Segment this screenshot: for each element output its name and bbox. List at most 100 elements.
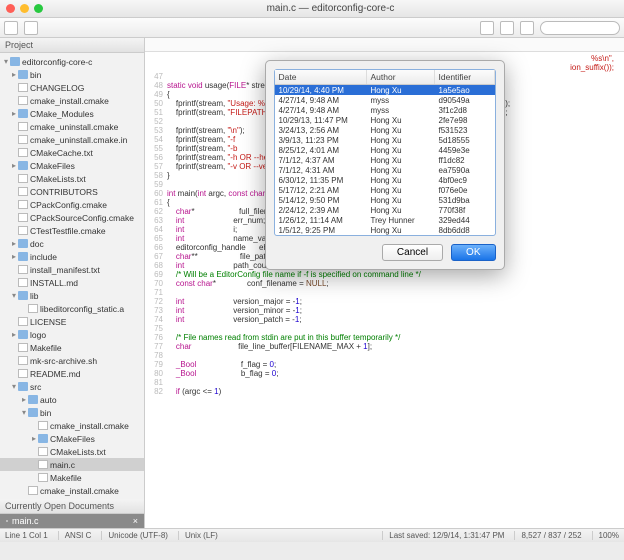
- code-line[interactable]: 74 int version_patch = -1;: [145, 315, 624, 324]
- code-line[interactable]: 69 /* Will be a EditorConfig file name i…: [145, 270, 624, 279]
- toolbar-btn-2[interactable]: [24, 21, 38, 35]
- history-row[interactable]: 10/29/14, 4:40 PMHong Xu1a5e5ao: [275, 85, 495, 95]
- disclosure-closed-icon[interactable]: ▸: [10, 252, 18, 261]
- tree-item[interactable]: Makefile: [0, 341, 144, 354]
- history-row[interactable]: 5/14/12, 9:50 PMHong Xu531d9ba: [275, 195, 495, 205]
- disclosure-closed-icon[interactable]: ▸: [10, 239, 18, 248]
- tree-item[interactable]: ▸logo: [0, 328, 144, 341]
- code-line[interactable]: 76 /* File names read from stdin are put…: [145, 333, 624, 342]
- tree-item[interactable]: ▸CMakeFiles: [0, 159, 144, 172]
- minimize-window-icon[interactable]: [20, 4, 29, 13]
- tree-item[interactable]: CTestTestfile.cmake: [0, 224, 144, 237]
- disclosure-open-icon[interactable]: ▾: [10, 382, 18, 391]
- tree-item[interactable]: main.c: [0, 458, 144, 471]
- status-position[interactable]: Line 1 Col 1: [5, 531, 48, 540]
- tree-item[interactable]: ▾editorconfig-core-c: [0, 55, 144, 68]
- col-identifier[interactable]: Identifier: [435, 70, 495, 84]
- tree-item[interactable]: ▾lib: [0, 289, 144, 302]
- tree-item[interactable]: cmake_install.cmake: [0, 419, 144, 432]
- tree-item[interactable]: CONTRIBUTORS: [0, 185, 144, 198]
- history-row[interactable]: 10/29/13, 11:47 PMHong Xu2fe7e98: [275, 115, 495, 125]
- tree-item[interactable]: CPackSourceConfig.cmake: [0, 211, 144, 224]
- history-row[interactable]: 7/1/12, 4:37 AMHong Xuff1dc82: [275, 155, 495, 165]
- tree-item[interactable]: ▸auto: [0, 393, 144, 406]
- disclosure-closed-icon[interactable]: ▸: [10, 70, 18, 79]
- tree-item[interactable]: ▸include: [0, 250, 144, 263]
- code-line[interactable]: 71: [145, 288, 624, 297]
- history-row[interactable]: 5/17/12, 2:21 AMHong Xuf076e0e: [275, 185, 495, 195]
- disclosure-closed-icon[interactable]: ▸: [10, 161, 18, 170]
- project-tree[interactable]: ▾editorconfig-core-c▸binCHANGELOGcmake_i…: [0, 53, 144, 499]
- close-window-icon[interactable]: [6, 4, 15, 13]
- code-line[interactable]: 80 _Bool b_flag = 0;: [145, 369, 624, 378]
- code-line[interactable]: 81: [145, 378, 624, 387]
- tree-item[interactable]: CMakeLists.txt: [0, 445, 144, 458]
- disclosure-open-icon[interactable]: ▾: [20, 408, 28, 417]
- tree-item[interactable]: ▾src: [0, 380, 144, 393]
- history-row[interactable]: 3/24/13, 2:56 AMHong Xuf531523: [275, 125, 495, 135]
- history-row[interactable]: 1/5/12, 9:25 PMHong Xu8db6dd8: [275, 225, 495, 235]
- history-row[interactable]: 3/9/13, 11:23 PMHong Xu5d18555: [275, 135, 495, 145]
- history-row[interactable]: 4/27/14, 9:48 AMmyssd90549a: [275, 95, 495, 105]
- status-line-ending[interactable]: Unix (LF): [178, 531, 218, 540]
- history-row[interactable]: 7/1/12, 4:31 AMHong Xuea7590a: [275, 165, 495, 175]
- tree-item[interactable]: libeditorconfig_static.a: [0, 302, 144, 315]
- status-zoom[interactable]: 100%: [592, 531, 619, 540]
- history-table-header[interactable]: Date Author Identifier: [275, 70, 495, 85]
- history-row[interactable]: 6/30/12, 11:35 PMHong Xu4bf0ec9: [275, 175, 495, 185]
- disclosure-closed-icon[interactable]: ▸: [10, 109, 18, 118]
- tree-item[interactable]: ▸doc: [0, 237, 144, 250]
- status-language[interactable]: ANSI C: [58, 531, 92, 540]
- code-line[interactable]: 78: [145, 351, 624, 360]
- code-line[interactable]: 79 _Bool f_flag = 0;: [145, 360, 624, 369]
- close-icon[interactable]: ×: [133, 516, 138, 526]
- history-row[interactable]: 4/27/14, 9:48 AMmyss3f1c2d8: [275, 105, 495, 115]
- code-line[interactable]: 70 const char* conf_filename = NULL;: [145, 279, 624, 288]
- toolbar-btn-1[interactable]: [4, 21, 18, 35]
- traffic-lights: [6, 4, 43, 13]
- disclosure-closed-icon[interactable]: ▸: [10, 330, 18, 339]
- col-date[interactable]: Date: [275, 70, 367, 84]
- ok-button[interactable]: OK: [451, 244, 495, 261]
- open-doc-item[interactable]: main.c×: [0, 514, 144, 528]
- tree-item[interactable]: ▸CMake_Modules: [0, 107, 144, 120]
- tree-item[interactable]: cmake_uninstall.cmake: [0, 120, 144, 133]
- disclosure-closed-icon[interactable]: ▸: [30, 434, 38, 443]
- tree-item[interactable]: mk-src-archive.sh: [0, 354, 144, 367]
- history-row[interactable]: 8/25/12, 4:01 AMHong Xu4459e3e: [275, 145, 495, 155]
- tree-item[interactable]: CMakeLists.txt: [0, 172, 144, 185]
- code-line[interactable]: 72 int version_major = -1;: [145, 297, 624, 306]
- tree-item[interactable]: CMakeCache.txt: [0, 146, 144, 159]
- tree-item[interactable]: install_manifest.txt: [0, 263, 144, 276]
- tree-item[interactable]: README.md: [0, 367, 144, 380]
- tree-item[interactable]: ▾bin: [0, 406, 144, 419]
- tree-item[interactable]: CHANGELOG: [0, 81, 144, 94]
- disclosure-open-icon[interactable]: ▾: [10, 291, 18, 300]
- disclosure-open-icon[interactable]: ▾: [2, 57, 10, 66]
- toolbar-btn-3[interactable]: [480, 21, 494, 35]
- code-line[interactable]: 82 if (argc <= 1): [145, 387, 624, 396]
- cancel-button[interactable]: Cancel: [382, 244, 443, 261]
- disclosure-closed-icon[interactable]: ▸: [20, 395, 28, 404]
- history-row[interactable]: 2/24/12, 2:39 AMHong Xu770f38f: [275, 205, 495, 215]
- toolbar-btn-5[interactable]: [520, 21, 534, 35]
- tree-item[interactable]: ▸CMakeFiles: [0, 432, 144, 445]
- tree-item[interactable]: INSTALL.md: [0, 276, 144, 289]
- code-line[interactable]: 73 int version_minor = -1;: [145, 306, 624, 315]
- status-encoding[interactable]: Unicode (UTF-8): [101, 531, 168, 540]
- tree-item[interactable]: CPackConfig.cmake: [0, 198, 144, 211]
- tree-item[interactable]: cmake_uninstall.cmake.in: [0, 133, 144, 146]
- col-author[interactable]: Author: [367, 70, 435, 84]
- tree-item[interactable]: ▸bin: [0, 68, 144, 81]
- tree-item[interactable]: LICENSE: [0, 315, 144, 328]
- zoom-window-icon[interactable]: [34, 4, 43, 13]
- tree-item[interactable]: Makefile: [0, 471, 144, 484]
- history-rows[interactable]: 10/29/14, 4:40 PMHong Xu1a5e5ao4/27/14, …: [275, 85, 495, 235]
- tree-item[interactable]: cmake_install.cmake: [0, 94, 144, 107]
- toolbar-btn-4[interactable]: [500, 21, 514, 35]
- code-line[interactable]: 75: [145, 324, 624, 333]
- history-row[interactable]: 1/26/12, 11:14 AMTrey Hunner329ed44: [275, 215, 495, 225]
- toolbar-search-field[interactable]: [540, 21, 620, 35]
- code-line[interactable]: 77 char file_line_buffer[FILENAME_MAX + …: [145, 342, 624, 351]
- tree-item[interactable]: cmake_install.cmake: [0, 484, 144, 497]
